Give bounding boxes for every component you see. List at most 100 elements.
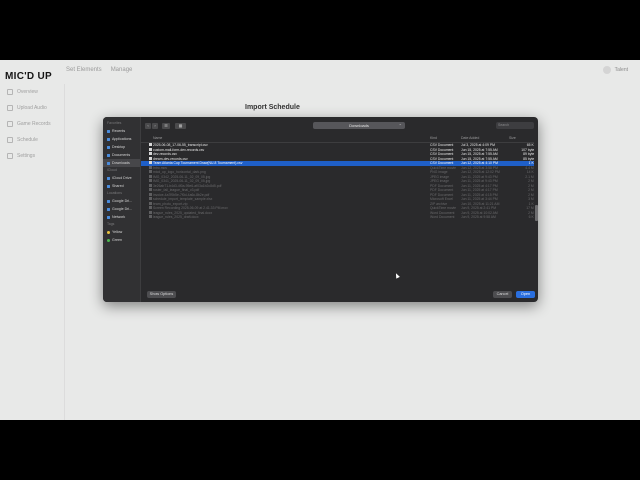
file-icon	[149, 215, 152, 218]
open-button[interactable]: Open	[516, 291, 535, 298]
sidebar-item-label: Documents	[112, 153, 131, 157]
file-icon	[149, 210, 152, 214]
file-icon	[149, 197, 152, 200]
gear-icon	[7, 153, 13, 159]
documents-icon	[107, 153, 110, 157]
cloud-icon	[107, 176, 110, 180]
tag-dot-icon	[107, 230, 110, 234]
sidebar-item-label: Game Records	[17, 121, 51, 127]
sidebar-item-settings[interactable]: Settings	[0, 148, 62, 164]
file-row[interactable]: league_rules_2025_draft.docx Word Documen…	[141, 215, 534, 220]
sidebar-item-label: Network	[112, 215, 126, 219]
tag-dot-icon	[107, 238, 110, 242]
sidebar-item-overview[interactable]: Overview	[0, 84, 62, 100]
sidebar-item-label: Shared	[112, 184, 124, 188]
dialog-sidebar: Favorites Recents Applications Desktop D…	[103, 117, 141, 302]
sidebar-item-label: Google Dri...	[112, 207, 133, 211]
column-name[interactable]: Name	[153, 136, 162, 140]
file-icon	[149, 156, 152, 160]
sidebar-item-recents[interactable]: Recents	[103, 127, 140, 135]
shared-folder-icon	[107, 184, 110, 188]
sidebar-item-network[interactable]: Network	[103, 213, 140, 221]
page-title: Import Schedule	[245, 104, 300, 111]
file-icon	[149, 165, 152, 169]
file-icon	[149, 179, 152, 182]
calendar-icon	[7, 137, 13, 143]
chevron-updown-icon: ⌃	[398, 123, 402, 128]
file-icon	[149, 183, 152, 187]
scrollbar[interactable]	[535, 205, 538, 221]
upload-icon	[7, 105, 13, 111]
sidebar-item-shared[interactable]: Shared	[103, 182, 140, 190]
chart-icon	[7, 121, 13, 127]
sidebar-item-google-drive-2[interactable]: Google Dri...	[103, 205, 140, 213]
file-date-added: Jun 9, 2025 at 9:58 AM	[461, 215, 496, 219]
user-name: Talent	[614, 67, 628, 73]
tag-label: Yellow	[112, 230, 123, 234]
file-name: league_rules_2025_draft.docx	[153, 215, 199, 219]
column-date-added[interactable]: Date Added	[461, 136, 479, 140]
column-kind[interactable]: Kind	[430, 136, 437, 140]
sidebar-item-game-records[interactable]: Game Records	[0, 116, 62, 132]
file-icon	[149, 201, 152, 205]
tag-label: Green	[112, 238, 122, 242]
file-list: 2025-06-08_17-06-55_transcript.csv CSV Do…	[141, 143, 534, 220]
icloud-header: iCloud	[107, 168, 117, 172]
dialog-toolbar: ‹ › ☰ ▦ Downloads ⌃ Search	[141, 117, 538, 135]
file-icon	[149, 188, 152, 191]
sidebar-item-label: Recents	[112, 129, 126, 133]
drive-icon	[107, 199, 110, 203]
file-size: 6 KB	[528, 215, 534, 219]
applications-icon	[107, 137, 110, 141]
sidebar-item-applications[interactable]: Applications	[103, 135, 140, 143]
file-icon	[149, 143, 152, 146]
sidebar-item-icloud-drive[interactable]: iCloud Drive	[103, 174, 140, 182]
home-icon	[7, 89, 13, 95]
tag-green[interactable]: Green	[103, 236, 140, 244]
show-options-button[interactable]: Show Options	[147, 291, 176, 298]
file-icon	[149, 192, 152, 196]
file-icon	[149, 152, 152, 155]
sidebar-item-label: Schedule	[17, 137, 38, 143]
tag-yellow[interactable]: Yellow	[103, 228, 140, 236]
location-popup[interactable]: Downloads ⌃	[313, 122, 405, 129]
user-menu[interactable]: Talent	[602, 66, 628, 74]
column-size[interactable]: Size	[509, 136, 516, 140]
back-button[interactable]: ‹	[145, 123, 151, 129]
file-open-dialog: Favorites Recents Applications Desktop D…	[103, 117, 538, 302]
downloads-icon	[107, 161, 110, 165]
file-icon	[149, 174, 152, 178]
forward-button[interactable]: ›	[152, 123, 158, 129]
app-logo: MIC'D UP	[5, 71, 52, 82]
nav-manage[interactable]: Manage	[111, 67, 133, 73]
clock-icon	[107, 129, 110, 133]
locations-header: Locations	[107, 191, 122, 195]
sidebar-item-label: Google Dri...	[112, 199, 133, 203]
location-label: Downloads	[349, 123, 369, 128]
avatar	[602, 66, 611, 74]
sidebar-item-documents[interactable]: Documents	[103, 151, 140, 159]
sidebar-item-label: Downloads	[112, 161, 130, 165]
sidebar-item-schedule[interactable]: Schedule	[0, 132, 62, 148]
nav-set-elements[interactable]: Set Elements	[66, 67, 102, 73]
favorites-header: Favorites	[107, 121, 122, 125]
sidebar-item-label: Overview	[17, 89, 38, 95]
app-sidebar: Overview Upload Audio Game Records Sched…	[0, 84, 62, 420]
file-icon	[149, 161, 152, 164]
file-icon	[149, 147, 152, 151]
grid-view-button[interactable]: ▦	[175, 123, 186, 129]
desktop-icon	[107, 145, 110, 149]
search-input[interactable]: Search	[496, 122, 534, 129]
sidebar-item-downloads[interactable]: Downloads	[103, 159, 140, 167]
top-nav: Set Elements Manage	[66, 67, 132, 73]
sidebar-item-upload-audio[interactable]: Upload Audio	[0, 100, 62, 116]
file-icon	[149, 206, 152, 209]
sidebar-item-desktop[interactable]: Desktop	[103, 143, 140, 151]
list-view-button[interactable]: ☰	[162, 123, 170, 129]
cancel-button[interactable]: Cancel	[493, 291, 512, 298]
file-list-header: Name Kind Date Added Size	[141, 135, 534, 143]
sidebar-item-label: Desktop	[112, 145, 126, 149]
sidebar-item-label: iCloud Drive	[112, 176, 132, 180]
sidebar-item-google-drive[interactable]: Google Dri...	[103, 197, 140, 205]
sidebar-item-label: Upload Audio	[17, 105, 47, 111]
